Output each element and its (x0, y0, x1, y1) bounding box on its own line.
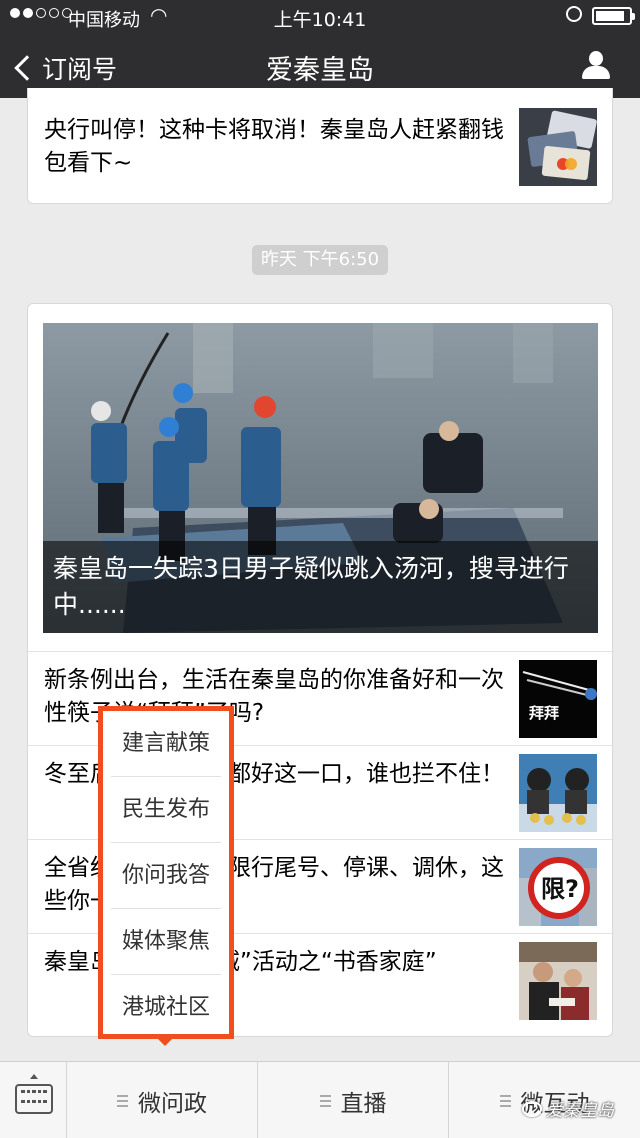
back-label: 订阅号 (42, 55, 118, 84)
article-thumbnail (519, 108, 597, 186)
menu-label: 微问政 (138, 1090, 207, 1117)
article-card[interactable]: 央行叫停！这种卡将取消！秦皇岛人赶紧翻钱包看下~ (27, 88, 613, 204)
top-bar: 中国移动 ◠ 上午10:41 订阅号 爱秦皇岛 (0, 0, 640, 98)
svg-text:限?: 限? (541, 875, 579, 903)
article-title: 央行叫停！这种卡将取消！秦皇岛人赶紧翻钱包看下~ (44, 117, 504, 176)
svg-text:拜拜: 拜拜 (529, 704, 559, 722)
status-bar: 中国移动 ◠ 上午10:41 (0, 0, 640, 34)
profile-button[interactable] (580, 51, 612, 81)
battery-icon (592, 7, 635, 25)
menu-label: 直播 (340, 1090, 387, 1117)
chevron-left-icon (14, 55, 40, 81)
watermark: 爱秦皇岛 (522, 1096, 614, 1121)
menu-lines-icon (117, 1094, 128, 1107)
menu-lines-icon (499, 1094, 511, 1107)
article-thumbnail (519, 754, 597, 832)
message-timestamp: 昨天 下午6:50 (252, 245, 388, 275)
submenu-item-media[interactable]: 媒体聚焦 (111, 909, 221, 975)
keyboard-toggle-button[interactable] (0, 1062, 67, 1138)
status-time: 上午10:41 (273, 9, 367, 31)
orientation-lock-icon (566, 6, 582, 22)
submenu-item-suggestions[interactable]: 建言献策 (111, 711, 221, 777)
submenu-item-qa[interactable]: 你问我答 (111, 843, 221, 909)
cover-title: 秦皇岛一失踪3日男子疑似跳入汤河，搜寻进行中...... (43, 541, 598, 633)
wechat-logo-icon (522, 1100, 542, 1117)
popup-pointer (157, 1038, 173, 1046)
submenu-popup: 建言献策 民生发布 你问我答 媒体聚焦 港城社区 (98, 706, 234, 1039)
menu-button-wenzheng[interactable]: 微问政 (67, 1062, 258, 1138)
watermark-text: 爱秦皇岛 (546, 1101, 614, 1121)
menu-button-live[interactable]: 直播 (258, 1062, 449, 1138)
submenu-item-livelihood[interactable]: 民生发布 (111, 777, 221, 843)
cover-article[interactable]: 秦皇岛一失踪3日男子疑似跳入汤河，搜寻进行中...... (43, 323, 598, 633)
article-thumbnail (519, 942, 597, 1020)
keyboard-icon (15, 1084, 53, 1114)
submenu-item-community[interactable]: 港城社区 (111, 975, 221, 1041)
article-thumbnail: 限? (519, 848, 597, 926)
back-button[interactable]: 订阅号 (14, 50, 118, 86)
menu-lines-icon (319, 1094, 331, 1107)
article-thumbnail: 拜拜 (519, 660, 597, 738)
